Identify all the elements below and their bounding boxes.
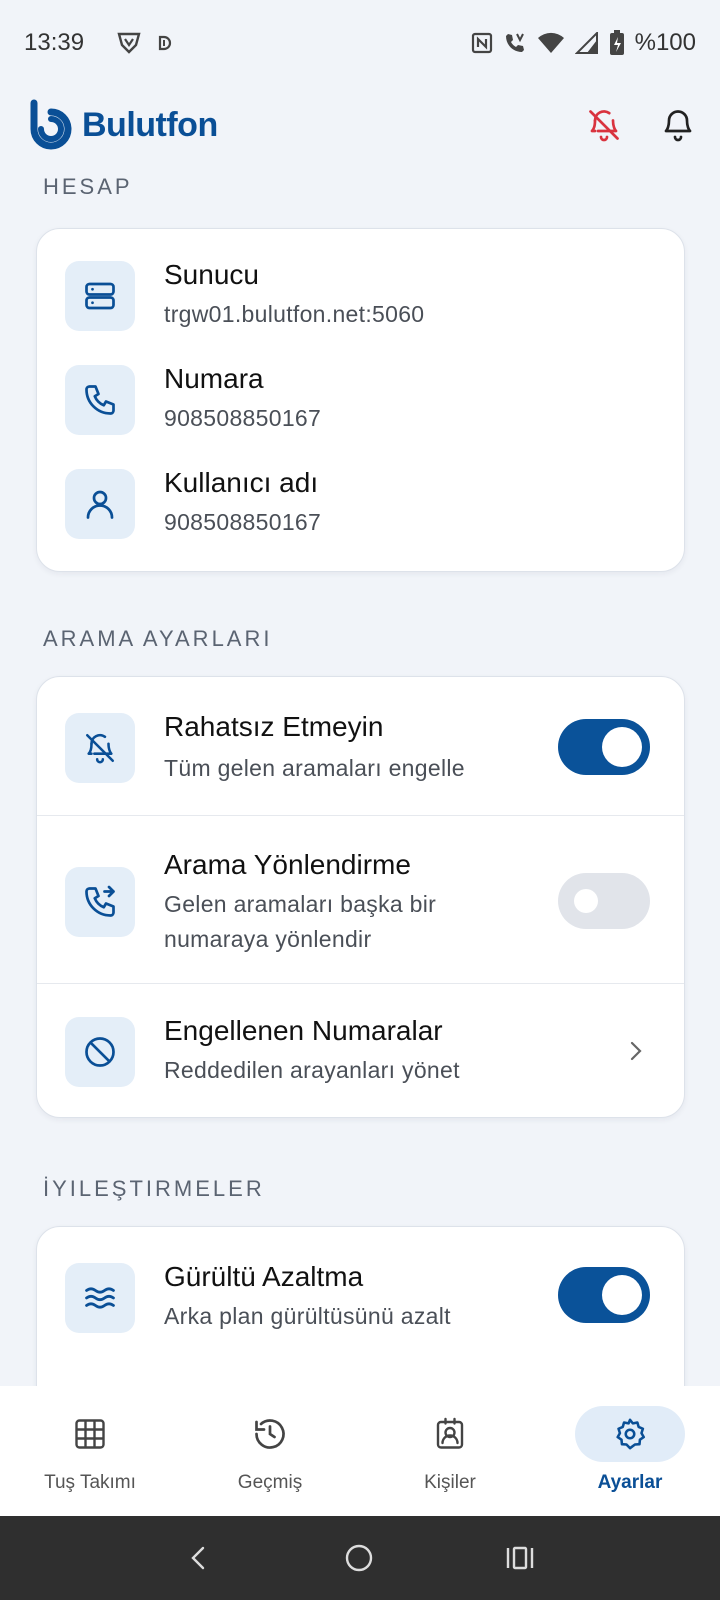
do-not-disturb-button[interactable]	[584, 105, 624, 145]
dnd-toggle[interactable]	[558, 719, 650, 775]
bottom-navigation: Tuş Takımı Geçmiş Kişiler Ayarlar	[0, 1386, 720, 1516]
server-icon	[65, 261, 135, 331]
noise-reduction-toggle[interactable]	[558, 1267, 650, 1323]
account-card: Sunucu trgw01.bulutfon.net:5060 Numara 9…	[36, 228, 685, 572]
nav-item-settings[interactable]: Ayarlar	[540, 1386, 720, 1516]
bell-icon	[664, 110, 692, 142]
nav-label-keypad: Tuş Takımı	[44, 1472, 136, 1493]
nav-item-keypad[interactable]: Tuş Takımı	[0, 1386, 180, 1516]
nav-item-contacts[interactable]: Kişiler	[360, 1386, 540, 1516]
cell-signal-icon	[574, 32, 599, 54]
status-time: 13:39	[24, 29, 85, 56]
nav-label-history: Geçmiş	[237, 1472, 303, 1493]
gear-icon	[616, 1418, 646, 1450]
nav-label-settings: Ayarlar	[597, 1472, 663, 1493]
number-title: Numara	[164, 363, 264, 394]
dnd-title: Rahatsız Etmeyin	[164, 711, 384, 742]
bell-off-icon	[589, 110, 619, 142]
brand-logo: Bulutfon	[26, 99, 218, 151]
phone-forward-icon	[65, 867, 135, 937]
bulutfon-logo-icon	[30, 99, 72, 150]
call-settings-card: Rahatsız Etmeyin Tüm gelen aramaları eng…	[36, 676, 685, 1118]
bell-off-icon	[65, 713, 135, 783]
nav-item-history[interactable]: Geçmiş	[180, 1386, 360, 1516]
user-icon	[65, 469, 135, 539]
block-icon	[65, 1017, 135, 1087]
nfc-icon	[471, 32, 493, 54]
settings-scroll[interactable]: HESAP Sunucu trgw01.bulutfon.net:5060 Nu…	[0, 160, 720, 1386]
contacts-icon	[436, 1417, 464, 1449]
noise-reduction-title: Gürültü Azaltma	[164, 1261, 364, 1292]
recents-icon[interactable]	[504, 1543, 536, 1573]
keypad-icon	[75, 1419, 105, 1449]
wifi-icon	[537, 32, 565, 54]
battery-icon	[609, 30, 625, 56]
noise-reduction-subtitle: Arka plan gürültüsünü azalt	[164, 1303, 451, 1329]
vpn-shield-icon	[116, 31, 142, 55]
app-header: Bulutfon	[26, 92, 698, 158]
battery-percent: %100	[634, 29, 696, 56]
dnd-subtitle: Tüm gelen aramaları engelle	[164, 755, 465, 781]
system-navigation-bar	[0, 1516, 720, 1600]
section-title-improvements: İYILEŞTIRMELER	[43, 1176, 265, 1201]
divider	[37, 983, 684, 984]
forwarding-title: Arama Yönlendirme	[164, 849, 411, 880]
notifications-button[interactable]	[658, 105, 698, 145]
section-title-call-settings: ARAMA AYARLARI	[43, 626, 273, 651]
username-value: 908508850167	[164, 509, 322, 535]
section-title-account: HESAP	[43, 174, 133, 199]
status-bar: 13:39 %100	[0, 0, 720, 86]
improvements-card: Gürültü Azaltma Arka plan gürültüsünü az…	[36, 1226, 685, 1386]
number-value: 908508850167	[164, 405, 322, 431]
server-title: Sunucu	[164, 259, 259, 290]
history-icon	[255, 1419, 285, 1449]
home-icon[interactable]	[343, 1542, 375, 1574]
divider	[37, 815, 684, 816]
brand-name: Bulutfon	[82, 105, 218, 144]
phone-icon	[65, 365, 135, 435]
nav-label-contacts: Kişiler	[424, 1472, 476, 1493]
username-title: Kullanıcı adı	[164, 467, 319, 498]
blocked-title: Engellenen Numaralar	[164, 1015, 443, 1046]
wifi-calling-icon	[503, 31, 527, 55]
forwarding-subtitle-line1: Gelen aramaları başka bir	[164, 891, 437, 917]
waves-icon	[65, 1263, 135, 1333]
server-value: trgw01.bulutfon.net:5060	[164, 301, 425, 327]
app-notification-icon	[156, 34, 174, 52]
blocked-subtitle: Reddedilen arayanları yönet	[164, 1057, 460, 1083]
forwarding-subtitle-line2: numaraya yönlendir	[164, 926, 372, 952]
back-icon[interactable]	[184, 1543, 214, 1573]
forwarding-toggle[interactable]	[558, 873, 650, 929]
chevron-right-icon[interactable]	[624, 1037, 648, 1065]
